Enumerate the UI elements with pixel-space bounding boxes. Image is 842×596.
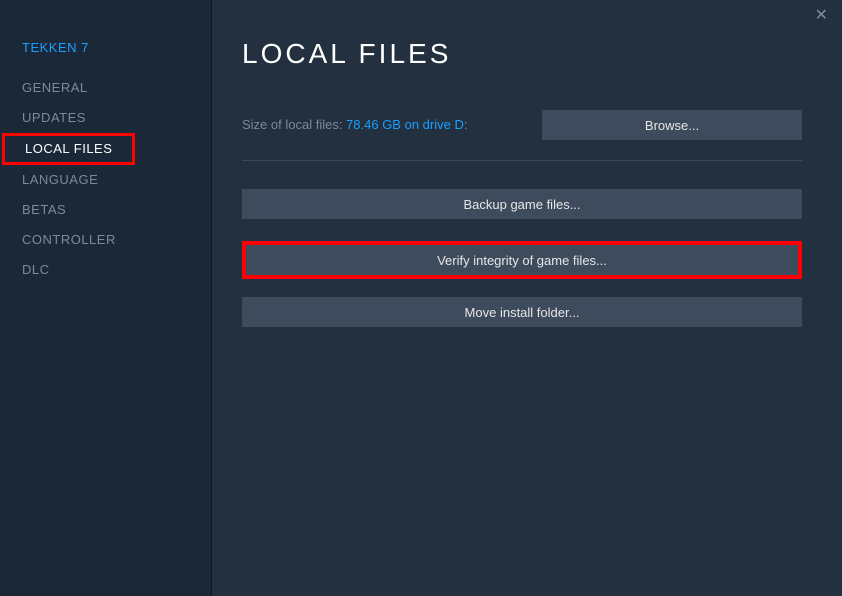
size-label: Size of local files: <box>242 117 346 132</box>
size-colon: : <box>464 117 468 132</box>
sidebar-item-language[interactable]: LANGUAGE <box>0 165 120 195</box>
main-panel: ✕ LOCAL FILES Size of local files: 78.46… <box>212 0 842 596</box>
verify-highlight: Verify integrity of game files... <box>242 241 802 279</box>
sidebar-item-betas[interactable]: BETAS <box>0 195 88 225</box>
game-title: TEKKEN 7 <box>0 40 211 73</box>
close-icon[interactable]: ✕ <box>815 8 828 24</box>
sidebar-item-updates[interactable]: UPDATES <box>0 103 108 133</box>
sidebar-item-dlc[interactable]: DLC <box>0 255 72 285</box>
backup-button[interactable]: Backup game files... <box>242 189 802 219</box>
page-title: LOCAL FILES <box>242 38 802 70</box>
size-text-wrap: Size of local files: 78.46 GB on drive D… <box>242 116 467 134</box>
sidebar-item-controller[interactable]: CONTROLLER <box>0 225 138 255</box>
sidebar-item-general[interactable]: GENERAL <box>0 73 110 103</box>
browse-button[interactable]: Browse... <box>542 110 802 140</box>
verify-button[interactable]: Verify integrity of game files... <box>246 245 798 275</box>
divider <box>242 160 802 161</box>
size-value: 78.46 GB on drive D <box>346 117 464 132</box>
sidebar: TEKKEN 7 GENERAL UPDATES LOCAL FILES LAN… <box>0 0 212 596</box>
move-folder-button[interactable]: Move install folder... <box>242 297 802 327</box>
size-row: Size of local files: 78.46 GB on drive D… <box>242 110 802 140</box>
sidebar-item-local-files[interactable]: LOCAL FILES <box>2 133 135 165</box>
